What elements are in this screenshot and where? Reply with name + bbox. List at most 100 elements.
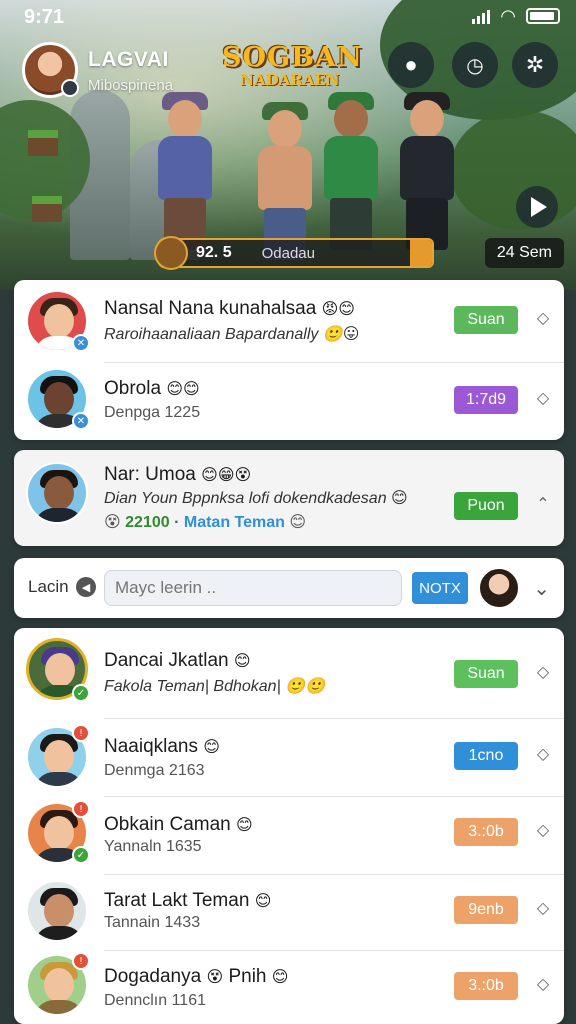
friends-card-3: ✓ Dancai Jkatlan 😊 Fakola Teman| Bdhokan… <box>14 628 564 1024</box>
action-button[interactable]: Puon <box>454 492 518 520</box>
chevron-icon[interactable]: ◇ <box>536 391 550 407</box>
chevron-icon[interactable]: ◇ <box>536 823 550 839</box>
emoji-icon: 😊 <box>236 817 253 834</box>
profile-avatar[interactable] <box>22 42 79 98</box>
emoji-icon: 😵 <box>206 969 224 986</box>
message-input[interactable] <box>104 570 402 606</box>
chevron-icon[interactable]: ◇ <box>536 311 550 327</box>
friend-name: Dancai Jkatlan <box>104 650 229 671</box>
emoji-icon: 😊😊 <box>166 381 200 398</box>
friend-name: Nansal Nana kunahalsaa <box>104 298 317 319</box>
chevron-icon[interactable]: ◇ <box>536 977 550 993</box>
add-friend-button[interactable]: ● <box>388 42 434 88</box>
battery-icon <box>526 8 560 24</box>
emoji-icon: 😊 <box>271 969 289 986</box>
chevron-icon[interactable]: ◇ <box>536 901 550 917</box>
character-3 <box>316 92 386 250</box>
action-button[interactable]: 1cno <box>454 742 518 770</box>
list-item[interactable]: ✓ Dancai Jkatlan 😊 Fakola Teman| Bdhokan… <box>14 628 564 718</box>
friend-status: Tannain 1433 <box>104 914 201 931</box>
action-button[interactable]: Suan <box>454 306 518 334</box>
friend-name: Tarat Lakt Teman <box>104 890 250 911</box>
block <box>28 130 58 156</box>
friend-name: Naaiqklans <box>104 736 198 757</box>
badge-icon: ✕ <box>72 412 90 430</box>
friend-name-suffix: Pnih <box>228 966 267 987</box>
emoji-icon: 😵 <box>104 514 121 531</box>
action-button[interactable]: 3.:0b <box>454 972 518 1000</box>
status-bar: 9:71 ◠ <box>0 0 576 34</box>
emoji-icon: 😊 <box>203 739 220 756</box>
list-item[interactable]: Nar: Umoa 😊😁😵 Dian Youn Bppnksa lofi dok… <box>14 450 564 546</box>
person-icon: ● <box>404 52 418 77</box>
list-item[interactable]: ✕ Obrola 😊😊 Denpga 1225 1:7d9 ◇ <box>14 362 564 440</box>
list-item[interactable]: ! Naaiqklans 😊 Denmga 2163 1cno ◇ <box>14 718 564 796</box>
friends-card-1: ✕ Nansal Nana kunahalsaa 😡😊 Raroihaanali… <box>14 280 564 440</box>
emoji-icon: 😊 <box>233 653 251 670</box>
chevron-icon[interactable]: ◇ <box>536 665 550 681</box>
status-time: 9:71 <box>24 6 65 28</box>
character-1 <box>150 92 220 250</box>
emoji-icon: 😡😊 <box>321 301 355 318</box>
friend-status: Denpga 1225 <box>104 404 201 421</box>
profile-subtitle: Mibospinena <box>88 77 174 94</box>
action-button[interactable]: 9enb <box>454 896 518 924</box>
emoji-icon: 😊 <box>391 490 408 507</box>
notx-button[interactable]: NOTX <box>412 572 468 604</box>
status-indicator-icon <box>61 79 79 97</box>
friend-name: Obrola <box>104 378 162 399</box>
list-item[interactable]: ✕ Nansal Nana kunahalsaa 😡😊 Raroihaanali… <box>14 280 564 360</box>
friend-status: Raroihaanaliaan Bapardanally <box>104 326 319 343</box>
send-icon[interactable]: ◀ <box>76 577 96 597</box>
separator: · <box>174 514 180 531</box>
block <box>32 196 62 222</box>
badge-icon: ! <box>72 724 90 742</box>
friends-card-2: Nar: Umoa 😊😁😵 Dian Youn Bppnksa lofi dok… <box>14 450 564 546</box>
clock-icon: ◷ <box>466 54 484 77</box>
badge-icon: ✓ <box>72 846 90 864</box>
settings-button[interactable]: ✲ <box>512 42 558 88</box>
emoji-icon: 😊😁😵 <box>201 467 252 484</box>
friend-status: Yannaln 1635 <box>104 838 202 855</box>
action-button[interactable]: 3.:0b <box>454 818 518 846</box>
compose-bar: Lacin ◀ NOTX ⌄ <box>14 558 564 618</box>
friend-status: Denmga 2163 <box>104 762 205 779</box>
list-item[interactable]: Tarat Lakt Teman 😊 Tannain 1433 9enb ◇ <box>14 874 564 950</box>
action-button[interactable]: 1:7d9 <box>454 386 518 414</box>
friend-name: Obkain Caman <box>104 814 231 835</box>
chevron-icon[interactable]: ◇ <box>536 747 550 763</box>
timer-chip: 24 Sem <box>484 238 564 268</box>
friend-name: Dogadanya <box>104 966 202 987</box>
emoji-icon: 😊 <box>289 514 307 531</box>
history-button[interactable]: ◷ <box>452 42 498 88</box>
stat-value: 22100 <box>125 514 170 531</box>
game-logo: SOGBAN NADARAEN <box>222 42 363 100</box>
chevron-down-icon[interactable]: ⌄ <box>533 576 550 601</box>
game-logo-line1: SOGBAN <box>222 42 363 73</box>
avatar <box>26 462 88 524</box>
list-item[interactable]: ! ✓ Obkain Caman 😊 Yannaln 1635 3.:0b ◇ <box>14 796 564 874</box>
wifi-icon: ◠ <box>500 6 516 26</box>
game-logo-line2: NADARAEN <box>240 71 340 89</box>
chevron-up-icon[interactable]: ⌃ <box>536 497 550 513</box>
play-button[interactable] <box>516 186 558 228</box>
matan-teman-link[interactable]: Matan Teman <box>184 514 285 531</box>
progress-bar: 92. 5 Odadau <box>154 236 434 270</box>
emoji-icon: 🙂😛 <box>322 326 360 343</box>
gear-icon: ✲ <box>525 52 545 77</box>
avatar[interactable] <box>478 567 520 609</box>
friend-status: Dian Youn Bppnksa lofi dokendkadesan <box>104 490 387 507</box>
compose-label: Lacin <box>28 577 69 596</box>
avatar <box>26 880 88 942</box>
friend-name: Nar: Umoa <box>104 464 196 485</box>
emoji-icon: 🙂🙂 <box>285 678 326 695</box>
list-item[interactable]: ! Dogadanya 😵 Pnih 😊 Dennclın 1161 3.:0b… <box>14 950 564 1024</box>
action-button[interactable]: Suan <box>454 660 518 688</box>
character-4 <box>392 92 462 250</box>
play-icon <box>531 197 547 217</box>
badge-icon: ! <box>72 800 90 818</box>
profile-name: LAGVAI <box>88 48 169 71</box>
signal-icon <box>472 8 491 24</box>
progress-label: Odadau <box>261 244 315 262</box>
level-badge-icon <box>154 236 188 270</box>
